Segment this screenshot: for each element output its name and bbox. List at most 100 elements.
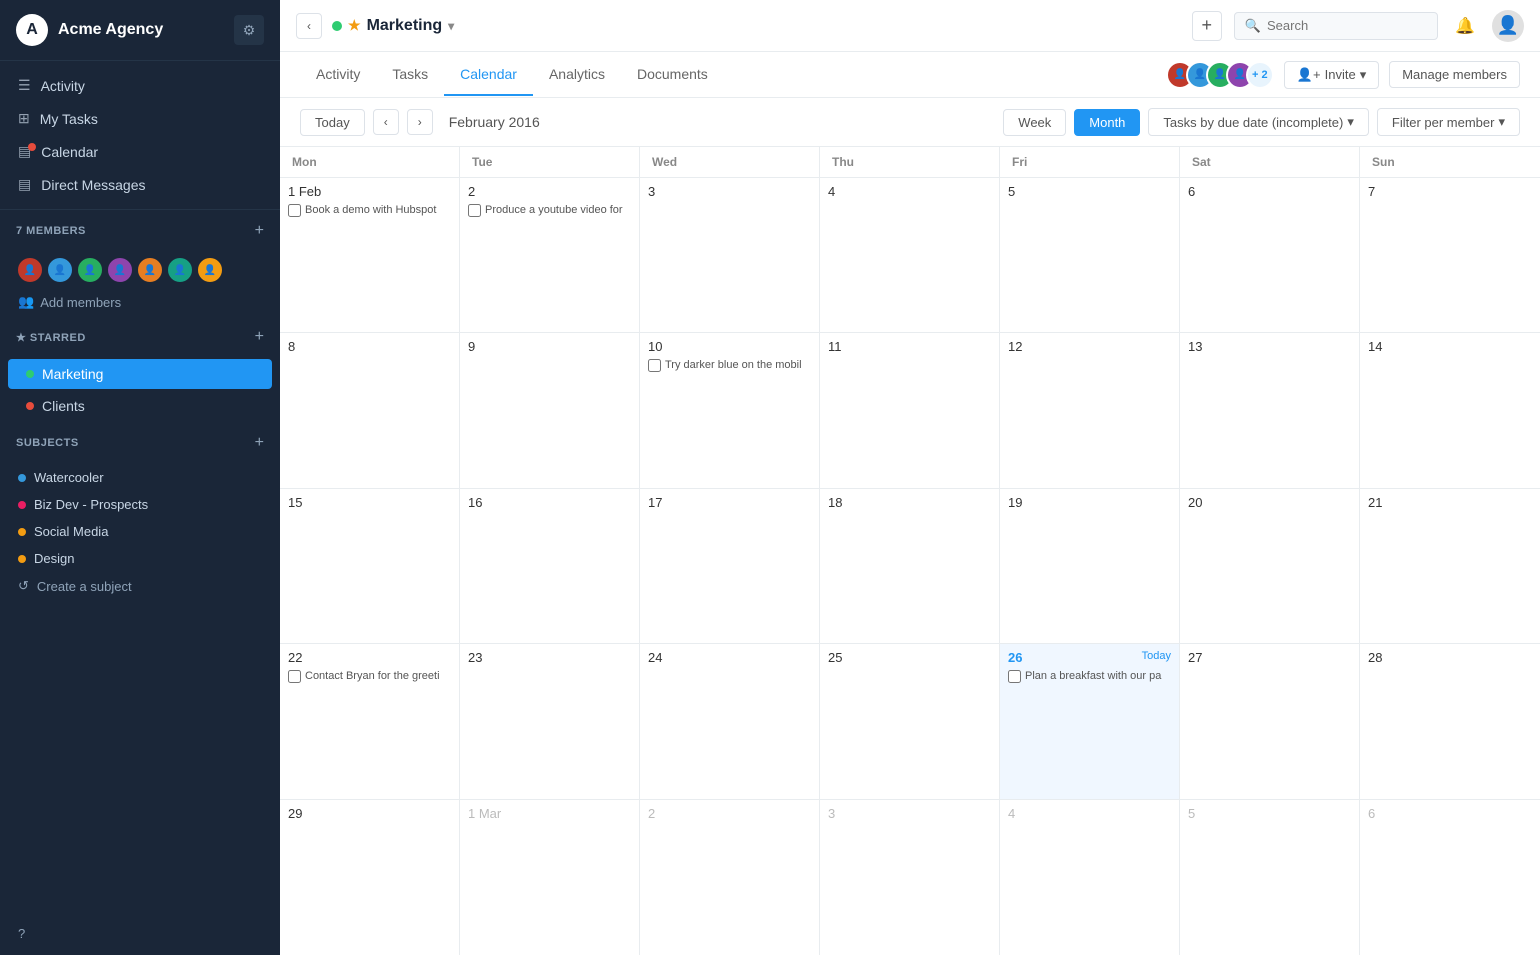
tabs-left: Activity Tasks Calendar Analytics Docume… xyxy=(300,54,724,95)
calendar-cell-0-3[interactable]: 4 xyxy=(820,178,1000,332)
calendar-cell-2-5[interactable]: 20 xyxy=(1180,489,1360,643)
member-count-badge[interactable]: + 2 xyxy=(1246,61,1274,89)
sidebar-item-my-tasks[interactable]: ⊞ My Tasks xyxy=(0,102,280,135)
tasks-filter-button[interactable]: Tasks by due date (incomplete) ▾ xyxy=(1148,108,1368,136)
calendar-cell-0-2[interactable]: 3 xyxy=(640,178,820,332)
add-starred-button[interactable]: + xyxy=(255,328,264,346)
calendar-week-4: 291 Mar23456 xyxy=(280,800,1540,955)
avatar: 👤 xyxy=(76,256,104,284)
tab-member-avatars: 👤 👤 👤 👤 + 2 xyxy=(1166,61,1274,89)
add-members-button[interactable]: 👥 Add members xyxy=(0,288,280,316)
sidebar-item-activity[interactable]: ☰ Activity xyxy=(0,69,280,102)
day-number: 1 Feb xyxy=(288,184,451,199)
calendar-cell-1-2[interactable]: 10Try darker blue on the mobil xyxy=(640,333,820,487)
calendar-cell-4-6[interactable]: 6 xyxy=(1360,800,1540,955)
month-view-button[interactable]: Month xyxy=(1074,109,1140,136)
back-button[interactable]: ‹ xyxy=(296,13,322,39)
brand-name: Acme Agency xyxy=(58,21,163,39)
members-section: 7 MEMBERS + xyxy=(0,210,280,252)
avatar: 👤 xyxy=(106,256,134,284)
calendar-cell-3-4[interactable]: 26TodayPlan a breakfast with our pa xyxy=(1000,644,1180,798)
calendar-cell-4-2[interactable]: 2 xyxy=(640,800,820,955)
task-label: Book a demo with Hubspot xyxy=(305,203,436,217)
calendar-cell-2-6[interactable]: 21 xyxy=(1360,489,1540,643)
manage-members-button[interactable]: Manage members xyxy=(1389,61,1520,88)
calendar-cell-0-0[interactable]: 1 Feb Book a demo with Hubspot xyxy=(280,178,460,332)
calendar-task[interactable]: Book a demo with Hubspot xyxy=(288,203,451,217)
calendar-cell-3-1[interactable]: 23 xyxy=(460,644,640,798)
subject-social-media[interactable]: Social Media xyxy=(0,518,280,545)
calendar-cell-3-5[interactable]: 27 xyxy=(1180,644,1360,798)
sidebar-item-calendar[interactable]: ▤ Calendar xyxy=(0,135,280,168)
starred-item-marketing[interactable]: Marketing xyxy=(8,359,272,389)
calendar-cell-4-3[interactable]: 3 xyxy=(820,800,1000,955)
calendar-cell-1-4[interactable]: 12 xyxy=(1000,333,1180,487)
tab-tasks[interactable]: Tasks xyxy=(376,54,444,96)
calendar-task[interactable]: Plan a breakfast with our pa xyxy=(1008,669,1171,683)
task-checkbox[interactable] xyxy=(648,359,661,372)
calendar-task[interactable]: Try darker blue on the mobil xyxy=(648,358,811,372)
subject-social-media-label: Social Media xyxy=(34,524,108,539)
calendar-cell-3-3[interactable]: 25 xyxy=(820,644,1000,798)
calendar-cell-1-3[interactable]: 11 xyxy=(820,333,1000,487)
tab-calendar[interactable]: Calendar xyxy=(444,54,533,96)
avatar: 👤 xyxy=(196,256,224,284)
calendar-cell-4-0[interactable]: 29 xyxy=(280,800,460,955)
settings-button[interactable]: ⚙ xyxy=(234,15,264,45)
calendar-task[interactable]: Contact Bryan for the greeti xyxy=(288,669,451,683)
calendar-cell-4-1[interactable]: 1 Mar xyxy=(460,800,640,955)
subject-biz-dev[interactable]: Biz Dev - Prospects xyxy=(0,491,280,518)
calendar-grid: Mon Tue Wed Thu Fri Sat Sun 1 Feb Book a … xyxy=(280,147,1540,955)
calendar-cell-1-0[interactable]: 8 xyxy=(280,333,460,487)
notification-bell[interactable]: 🔔 xyxy=(1450,11,1480,41)
add-member-icon-button[interactable]: + xyxy=(255,222,264,240)
subject-design[interactable]: Design xyxy=(0,545,280,572)
calendar-cell-2-3[interactable]: 18 xyxy=(820,489,1000,643)
star-icon: ★ xyxy=(348,17,361,34)
tab-documents[interactable]: Documents xyxy=(621,54,724,96)
calendar-cell-1-6[interactable]: 14 xyxy=(1360,333,1540,487)
add-subject-button[interactable]: + xyxy=(255,434,264,452)
calendar-cell-0-4[interactable]: 5 xyxy=(1000,178,1180,332)
calendar-cell-2-1[interactable]: 16 xyxy=(460,489,640,643)
day-number: 5 xyxy=(1188,806,1351,821)
tab-activity[interactable]: Activity xyxy=(300,54,376,96)
calendar-cell-1-5[interactable]: 13 xyxy=(1180,333,1360,487)
calendar-cell-4-4[interactable]: 4 xyxy=(1000,800,1180,955)
tab-analytics[interactable]: Analytics xyxy=(533,54,621,96)
starred-item-clients[interactable]: Clients xyxy=(8,391,272,421)
member-filter-button[interactable]: Filter per member ▾ xyxy=(1377,108,1520,136)
task-checkbox[interactable] xyxy=(468,204,481,217)
calendar-cell-4-5[interactable]: 5 xyxy=(1180,800,1360,955)
calendar-cell-2-0[interactable]: 15 xyxy=(280,489,460,643)
today-button[interactable]: Today xyxy=(300,109,365,136)
chevron-down-icon[interactable]: ▾ xyxy=(448,19,454,33)
sidebar-item-direct-messages[interactable]: ▤ Direct Messages xyxy=(0,168,280,201)
calendar-task[interactable]: Produce a youtube video for xyxy=(468,203,631,217)
calendar-cell-3-6[interactable]: 28 xyxy=(1360,644,1540,798)
calendar-cell-3-0[interactable]: 22Contact Bryan for the greeti xyxy=(280,644,460,798)
calendar-cell-3-2[interactable]: 24 xyxy=(640,644,820,798)
week-view-button[interactable]: Week xyxy=(1003,109,1066,136)
user-avatar[interactable]: 👤 xyxy=(1492,10,1524,42)
calendar-cell-2-4[interactable]: 19 xyxy=(1000,489,1180,643)
create-subject-button[interactable]: ↺ Create a subject xyxy=(0,572,280,600)
task-checkbox[interactable] xyxy=(288,204,301,217)
task-checkbox[interactable] xyxy=(288,670,301,683)
calendar-day-headers: Mon Tue Wed Thu Fri Sat Sun xyxy=(280,147,1540,178)
next-month-button[interactable]: › xyxy=(407,109,433,135)
calendar-cell-1-1[interactable]: 9 xyxy=(460,333,640,487)
search-input[interactable] xyxy=(1267,18,1427,33)
add-button[interactable]: + xyxy=(1192,11,1222,41)
calendar-cell-2-2[interactable]: 17 xyxy=(640,489,820,643)
calendar-cell-0-6[interactable]: 7 xyxy=(1360,178,1540,332)
day-number: 21 xyxy=(1368,495,1532,510)
calendar-cell-0-1[interactable]: 2Produce a youtube video for xyxy=(460,178,640,332)
calendar-cell-0-5[interactable]: 6 xyxy=(1180,178,1360,332)
prev-month-button[interactable]: ‹ xyxy=(373,109,399,135)
invite-button[interactable]: 👤+ Invite ▾ xyxy=(1284,61,1379,89)
help-button[interactable]: ? xyxy=(0,912,280,955)
subject-watercooler[interactable]: Watercooler xyxy=(0,464,280,491)
task-checkbox[interactable] xyxy=(1008,670,1021,683)
search-box: 🔍 xyxy=(1234,12,1438,40)
